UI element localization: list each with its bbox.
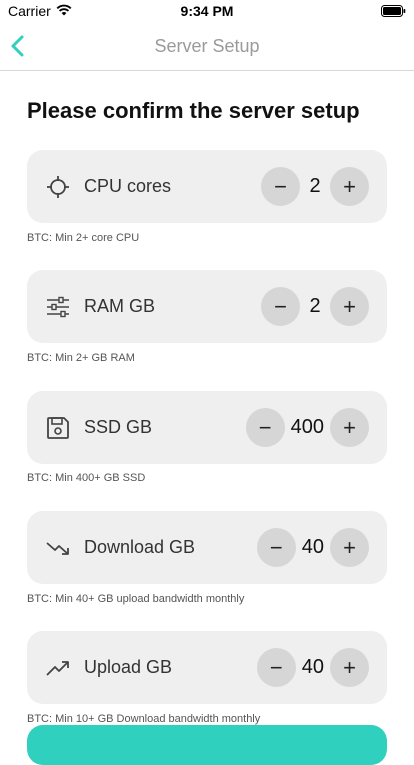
floppy-disk-icon xyxy=(47,417,69,439)
status-bar: Carrier 9:34 PM xyxy=(0,0,414,22)
ram-stepper: − 2 + xyxy=(261,287,369,326)
download-card: Download GB − 40 + xyxy=(27,511,387,584)
ssd-hint: BTC: Min 400+ GB SSD xyxy=(27,472,146,484)
download-decrement-button[interactable]: − xyxy=(256,528,296,567)
section-heading: Please confirm the server setup xyxy=(27,98,360,123)
sliders-icon xyxy=(47,296,69,318)
upload-hint: BTC: Min 10+ GB Download bandwidth month… xyxy=(27,713,261,725)
ram-hint: BTC: Min 2+ GB RAM xyxy=(27,352,135,364)
cpu-card: CPU cores − 2 + xyxy=(27,150,387,223)
ssd-stepper: − 400 + xyxy=(245,408,369,447)
cpu-increment-button[interactable]: + xyxy=(330,167,369,206)
ssd-label: SSD GB xyxy=(84,417,153,437)
navigation-bar: Server Setup xyxy=(0,22,414,71)
cpu-value: 2 xyxy=(309,175,321,197)
page-title: Server Setup xyxy=(154,36,260,56)
ram-value: 2 xyxy=(309,295,321,317)
ssd-card: SSD GB − 400 + xyxy=(27,391,387,464)
ram-decrement-button[interactable]: − xyxy=(261,287,300,326)
ssd-increment-button[interactable]: + xyxy=(330,408,369,447)
ssd-value: 400 xyxy=(290,416,324,438)
trend-up-icon xyxy=(46,661,69,676)
upload-card: Upload GB − 40 + xyxy=(27,631,387,704)
download-stepper: − 40 + xyxy=(256,528,369,567)
cpu-hint: BTC: Min 2+ core CPU xyxy=(27,232,140,244)
download-label: Download GB xyxy=(84,537,196,557)
upload-label: Upload GB xyxy=(84,657,173,677)
battery-icon xyxy=(381,5,406,17)
trend-down-icon xyxy=(46,542,69,555)
clock: 9:34 PM xyxy=(180,3,234,19)
download-increment-button[interactable]: + xyxy=(330,528,369,567)
download-value: 40 xyxy=(301,536,324,558)
upload-decrement-button[interactable]: − xyxy=(256,648,296,687)
cpu-decrement-button[interactable]: − xyxy=(261,167,300,206)
upload-increment-button[interactable]: + xyxy=(330,648,369,687)
ram-label: RAM GB xyxy=(84,296,156,316)
cpu-label: CPU cores xyxy=(84,176,172,196)
upload-stepper: − 40 + xyxy=(256,648,369,687)
confirm-button[interactable] xyxy=(27,725,387,765)
crosshair-icon xyxy=(47,176,69,198)
download-hint: BTC: Min 40+ GB upload bandwidth monthly xyxy=(27,593,245,605)
ram-increment-button[interactable]: + xyxy=(330,287,369,326)
ram-card: RAM GB − 2 + xyxy=(27,270,387,343)
upload-value: 40 xyxy=(301,656,324,678)
ssd-decrement-button[interactable]: − xyxy=(245,408,285,447)
cpu-stepper: − 2 + xyxy=(261,167,369,206)
